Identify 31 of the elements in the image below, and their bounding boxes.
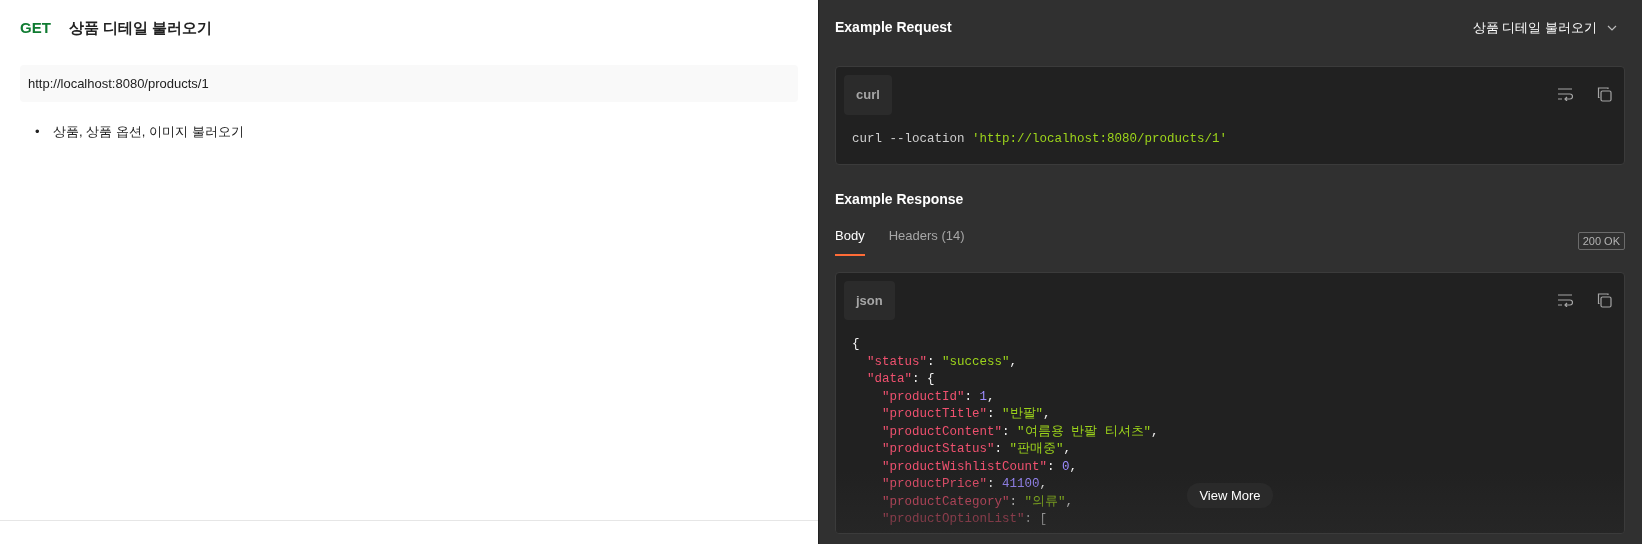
method-label: GET [20,18,51,38]
section-title: Example Response [835,190,965,209]
tab[interactable]: Headers (14) [888,226,965,256]
code-line: "status": "success", [866,353,1018,371]
code-line: curl --location 'http://localhost:8080/products/1' [852,130,1228,148]
code-line: { [852,336,860,353]
code-line: "productStatus": "판매중", [881,441,1072,458]
status-badge: 200 OK [1577,231,1625,250]
code-line: "productContent": "여름용 반팔 티셔츠", [881,423,1159,441]
code-line: "productId": 1, [881,388,995,406]
code-line: "productTitle": "반팔", [881,406,1051,423]
url-field: http://localhost:8080/products/1 [20,64,798,102]
code-line: "productOptionList": [ [881,511,1048,528]
tab[interactable]: Body [835,226,865,256]
bullet: • [35,124,41,140]
language-label: json [844,280,895,320]
wrap-icon[interactable] [1557,292,1573,307]
copy-icon[interactable] [1597,292,1612,308]
code-line: "productCategory": "의류", [881,493,1074,511]
view-more-button[interactable]: View More [1187,482,1273,508]
request-title: 상품 디테일 불러오기 [68,18,213,38]
code-line: "productPrice": 41100, [881,476,1048,493]
code-line: "data": { [866,371,935,388]
copy-icon[interactable] [1597,87,1612,103]
description-item: 상품, 상품 옵션, 이미지 불러오기 [53,124,244,140]
example-dropdown[interactable]: 상품 디테일 불러오기 [1472,17,1617,38]
code-line: "productWishlistCount": 0, [881,458,1078,476]
chevron-down-icon [1607,24,1617,31]
wrap-icon[interactable] [1557,87,1573,102]
language-label: curl [844,75,892,115]
section-title: Example Request [835,18,952,37]
